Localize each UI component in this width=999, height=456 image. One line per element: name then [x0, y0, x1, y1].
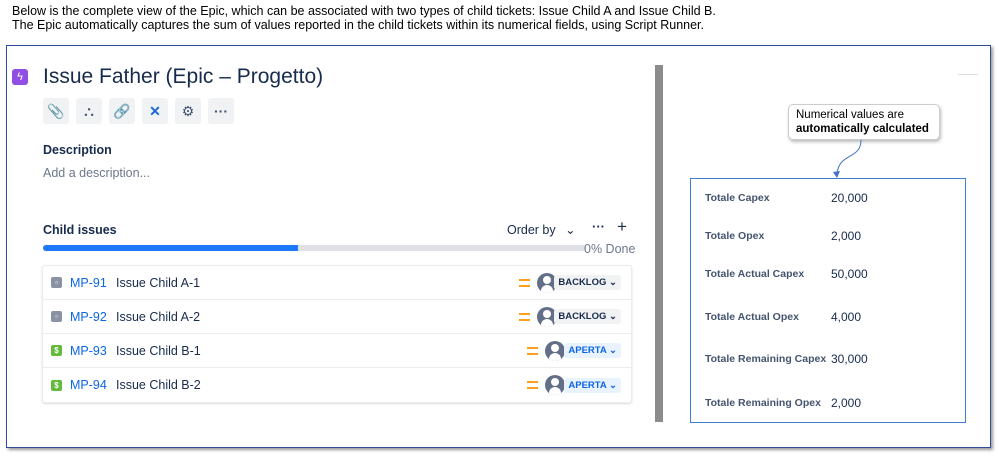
status-dropdown[interactable]: BACKLOG ⌄: [554, 309, 621, 324]
avatar[interactable]: [545, 340, 565, 361]
child-issue-row[interactable]: ▫ MP-91 Issue Child A-1 BACKLOG ⌄: [43, 266, 631, 300]
chevron-down-icon: ⌄: [609, 311, 617, 322]
field-value: 4,000: [831, 310, 862, 324]
callout-line-2: automatically calculated: [796, 123, 929, 135]
issue-summary[interactable]: Issue Child A-2: [116, 310, 200, 324]
issue-key[interactable]: MP-92: [70, 310, 113, 324]
field-value: 2,000: [831, 396, 862, 410]
chevron-down-icon: ⌄: [565, 223, 576, 237]
issue-key[interactable]: MP-91: [70, 276, 113, 290]
done-text: 0% Done: [584, 242, 636, 256]
issue-summary[interactable]: Issue Child B-1: [116, 344, 201, 358]
progress-fill: [43, 245, 299, 251]
task-type-icon: ▫: [51, 311, 62, 322]
confluence-icon: ✕: [149, 102, 161, 119]
link-icon: 🔗: [113, 102, 131, 119]
field-value: 50,000: [831, 267, 868, 281]
status-dropdown[interactable]: BACKLOG ⌄: [554, 275, 621, 290]
more-button[interactable]: ···: [208, 98, 234, 124]
cost-type-icon: $: [51, 345, 62, 356]
field-label: Totale Actual Capex: [705, 268, 805, 280]
issue-key[interactable]: MP-93: [70, 344, 113, 358]
status-dropdown[interactable]: APERTA ⌄: [564, 377, 621, 393]
status-label: APERTA: [568, 379, 607, 391]
hierarchy-icon: ⛬: [84, 102, 94, 119]
child-issue-button[interactable]: ⛬: [76, 98, 102, 124]
description-input[interactable]: Add a description...: [43, 166, 150, 180]
panel-divider[interactable]: [655, 65, 663, 422]
field-label: Totale Capex: [705, 192, 770, 204]
issue-summary[interactable]: Issue Child A-1: [116, 276, 200, 290]
description-label: Description: [43, 143, 112, 157]
apps-button[interactable]: ⚙: [175, 98, 201, 124]
issue-key[interactable]: MP-94: [70, 378, 113, 392]
priority-medium-icon: [527, 346, 538, 355]
chevron-down-icon: ⌄: [609, 277, 617, 288]
more-icon[interactable]: ···: [592, 219, 605, 234]
field-value: 30,000: [831, 352, 868, 366]
child-issue-row[interactable]: $ MP-93 Issue Child B-1 APERTA ⌄: [43, 334, 631, 368]
field-label: Totale Actual Opex: [705, 311, 799, 323]
avatar[interactable]: [545, 375, 565, 395]
intro-line-1: Below is the complete view of the Epic, …: [12, 4, 716, 18]
status-label: BACKLOG: [558, 311, 607, 322]
more-icon: ···: [214, 103, 228, 119]
intro-line-2: The Epic automatically captures the sum …: [12, 18, 704, 32]
intro-text: Below is the complete view of the Epic, …: [12, 4, 716, 32]
field-label: Totale Remaining Opex: [705, 397, 821, 409]
callout-arrow-icon: [833, 139, 862, 178]
field-value: 2,000: [831, 229, 862, 243]
task-type-icon: ▫: [51, 277, 62, 288]
order-by-button[interactable]: Order by ⌄: [507, 222, 576, 237]
field-value: 20,000: [831, 191, 868, 205]
confluence-button[interactable]: ✕: [142, 98, 168, 124]
child-issue-row[interactable]: $ MP-94 Issue Child B-2 APERTA ⌄: [43, 368, 631, 402]
cost-type-icon: $: [51, 379, 62, 391]
order-by-label: Order by: [507, 223, 556, 237]
chevron-down-icon: ⌄: [609, 345, 617, 356]
status-label: BACKLOG: [558, 277, 607, 288]
progress-bar: [43, 245, 586, 251]
callout-line-1: Numerical values are: [796, 109, 905, 121]
callout: Numerical values are automatically calcu…: [788, 104, 940, 140]
issue-summary[interactable]: Issue Child B-2: [116, 378, 201, 392]
child-issues-label: Child issues: [43, 223, 117, 237]
chevron-down-icon: ⌄: [609, 379, 617, 391]
add-child-icon[interactable]: +: [617, 217, 627, 237]
attachment-icon: 📎: [47, 102, 65, 119]
field-label: Totale Opex: [705, 230, 765, 242]
apps-icon: ⚙: [181, 102, 195, 119]
status-dropdown[interactable]: APERTA ⌄: [564, 343, 621, 358]
child-issue-row[interactable]: ▫ MP-92 Issue Child A-2 BACKLOG ⌄: [43, 300, 631, 334]
status-label: APERTA: [568, 345, 607, 356]
attach-button[interactable]: 📎: [43, 98, 69, 124]
priority-medium-icon: [519, 312, 530, 321]
numeric-fields-panel: Totale Capex 20,000 Totale Opex 2,000 Totale…: [690, 178, 966, 423]
field-label: Totale Remaining Capex: [705, 353, 827, 365]
divider: [958, 74, 978, 75]
priority-medium-icon: [527, 381, 538, 389]
issue-title[interactable]: Issue Father (Epic – Progetto): [43, 65, 323, 89]
epic-icon: ϟ: [12, 69, 28, 85]
child-issue-list: ▫ MP-91 Issue Child A-1 BACKLOG ⌄ ▫ MP-92…: [42, 265, 632, 403]
priority-medium-icon: [519, 278, 530, 287]
link-issue-button[interactable]: 🔗: [109, 98, 135, 124]
